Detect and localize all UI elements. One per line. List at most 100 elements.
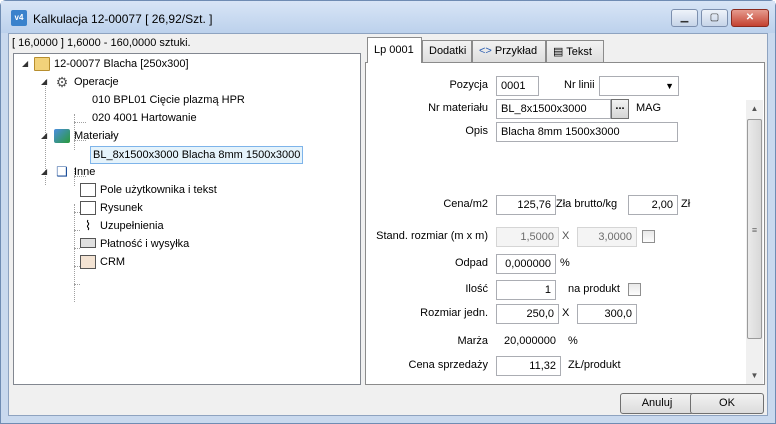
title-bar[interactable]: v4 Kalkulacja 12-00077 [ 26,92/Szt. ] ▁ … [1, 1, 775, 33]
stand-width-field[interactable]: 1,5000 [496, 227, 559, 247]
collapse-arrow-icon[interactable]: ◢ [41, 164, 47, 180]
close-button[interactable]: ✕ [731, 9, 769, 27]
tab-tekst[interactable]: ▤ Tekst [546, 40, 604, 62]
collapse-arrow-icon[interactable]: ◢ [41, 74, 47, 90]
code-arrows-icon: <> [479, 45, 492, 57]
tree-node-label: CRM [100, 256, 126, 268]
tree-node-label: Pole użytkownika i tekst [100, 184, 217, 196]
contact-card-icon [80, 255, 96, 269]
pozycja-label: Pozycja [449, 79, 488, 91]
scroll-thumb[interactable]: ≡ [747, 119, 762, 339]
minimize-button[interactable]: ▁ [671, 9, 698, 27]
odpad-field[interactable]: 0,000000 [496, 254, 556, 274]
tree-node-label: Rysunek [100, 202, 143, 214]
drawing-icon [80, 201, 96, 215]
nr-linii-label: Nr linii [564, 79, 595, 91]
folder-icon [34, 57, 50, 71]
stand-height-field[interactable]: 3,0000 [577, 227, 637, 247]
stand-size-checkbox[interactable] [642, 230, 655, 243]
chevron-down-icon: ▼ [665, 81, 674, 91]
cena-m2-field[interactable]: 125,76 [496, 195, 556, 215]
rozmiar-times-label: X [562, 307, 570, 319]
cena-sprzedazy-unit: ZŁ/produkt [568, 359, 621, 371]
tab-label: Lp 0001 [374, 44, 414, 56]
ellipsis-icon: ... [615, 100, 625, 112]
marza-value[interactable]: 20,000000 [504, 335, 556, 347]
tree-node-label: 010 BPL01 Cięcie plazmą HPR [92, 94, 245, 106]
tab-przyklad[interactable]: <> Przykład [472, 40, 546, 62]
tab-lp[interactable]: Lp 0001 [367, 37, 422, 63]
collapse-arrow-icon[interactable]: ◢ [22, 56, 28, 72]
form-scrollbar[interactable]: ▲ ≡ ▼ [746, 100, 763, 384]
tree-node-label: BL_8x1500x3000 Blacha 8mm 1500x3000 [90, 146, 304, 164]
nr-materialu-field[interactable]: BL_8x1500x3000 [496, 99, 611, 119]
close-icon: ✕ [745, 12, 755, 23]
calc-app-icon: v4 [11, 10, 27, 26]
tree-node-label: Inne [74, 166, 96, 178]
tree-node-label: 12-00077 Blacha [250x300] [54, 58, 189, 70]
tab-panel-lp: Pozycja 0001 Nr linii ▼ Nr materiału BL_… [365, 62, 765, 385]
tab-label: Tekst [566, 46, 592, 58]
mag-label: MAG [636, 102, 662, 114]
na-produkt-label: na produkt [568, 283, 620, 295]
quantity-range-label: [ 16,0000 ] 1,6000 - 160,0000 sztuki. [12, 37, 191, 49]
page-icon: ▤ [553, 46, 564, 58]
maximize-button[interactable]: ▢ [701, 9, 728, 27]
pozycja-field[interactable]: 0001 [496, 76, 539, 96]
tree-node-label: Materiały [74, 130, 119, 142]
nr-linii-select[interactable]: ▼ [599, 76, 679, 96]
cena-m2-unit: Zła brutto/kg [556, 198, 618, 210]
stand-times-label: X [562, 230, 570, 242]
minimize-icon: ▁ [680, 12, 689, 23]
tree-node-label: 020 4001 Hartowanie [92, 112, 197, 124]
paperclip-icon: ⌇ [84, 218, 92, 233]
tree-node-label: Operacje [74, 76, 119, 88]
cena-sprzedazy-label: Cena sprzedaży [408, 359, 489, 371]
opis-label: Opis [465, 125, 488, 137]
tree-node-label: Uzupełnienia [100, 220, 164, 232]
stand-rozmiar-label: Stand. rozmiar (m x m) [376, 230, 488, 242]
maximize-icon: ▢ [709, 12, 720, 23]
tab-dodatki[interactable]: Dodatki [422, 40, 472, 62]
dialog-client-area: [ 16,0000 ] 1,6000 - 160,0000 sztuki. ◢ … [8, 33, 768, 416]
book-icon: ❑ [56, 164, 68, 179]
nr-materialu-label: Nr materiału [428, 102, 488, 114]
scroll-down-icon[interactable]: ▼ [746, 367, 763, 384]
rozmiar-width-field[interactable]: 250,0 [496, 304, 559, 324]
materials-icon [54, 129, 70, 143]
tree-connector [74, 122, 86, 123]
truck-icon [80, 238, 96, 248]
cancel-button[interactable]: Anuluj [620, 393, 694, 414]
ilosc-field[interactable]: 1 [496, 280, 556, 300]
scroll-up-icon[interactable]: ▲ [746, 100, 763, 117]
marza-unit: % [568, 335, 578, 347]
ilosc-label: Ilość [465, 283, 488, 295]
calculation-window: v4 Kalkulacja 12-00077 [ 26,92/Szt. ] ▁ … [0, 0, 776, 424]
na-produkt-checkbox[interactable] [628, 283, 641, 296]
structure-tree[interactable]: ◢ 12-00077 Blacha [250x300] ◢ ⚙ Operacje… [13, 53, 361, 385]
tab-label: Dodatki [429, 45, 467, 57]
operations-gear-icon: ⚙ [55, 74, 69, 90]
window-title: Kalkulacja 12-00077 [ 26,92/Szt. ] [33, 12, 213, 26]
collapse-arrow-icon[interactable]: ◢ [41, 128, 47, 144]
tree-connector [74, 248, 80, 249]
text-document-icon [80, 183, 96, 197]
rozmiar-jedn-label: Rozmiar jedn. [420, 307, 488, 319]
odpad-label: Odpad [454, 257, 488, 269]
tree-connector [74, 284, 80, 285]
grip-icon: ≡ [751, 225, 758, 235]
cena-kg-unit: Zł [681, 198, 691, 210]
rozmiar-height-field[interactable]: 300,0 [577, 304, 637, 324]
cena-m2-label: Cena/m2 [443, 198, 488, 210]
opis-field[interactable]: Blacha 8mm 1500x3000 [496, 122, 678, 142]
odpad-unit: % [560, 257, 570, 269]
browse-material-button[interactable]: ... [611, 99, 629, 119]
tab-label: Przykład [494, 45, 538, 57]
cena-kg-field[interactable]: 2,00 [628, 195, 678, 215]
ok-button[interactable]: OK [690, 393, 764, 414]
marza-label: Marża [457, 335, 488, 347]
cena-sprzedazy-field[interactable]: 11,32 [496, 356, 561, 376]
tree-connector [74, 204, 75, 302]
detail-tabs: Lp 0001 Dodatki <> Przykład ▤ Tekst Pozy… [365, 37, 765, 385]
tree-node-label: Płatność i wysyłka [100, 238, 190, 250]
